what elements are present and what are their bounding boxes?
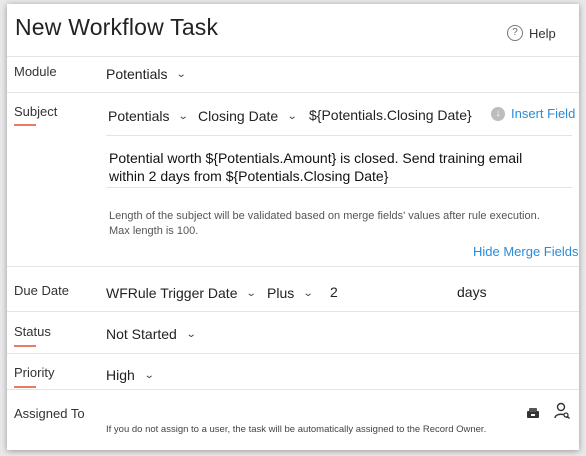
subject-textarea-divider xyxy=(106,187,572,188)
chevron-down-icon: ⌄ xyxy=(178,110,190,122)
dialog-title: New Workflow Task xyxy=(15,14,219,40)
due-date-amount-input[interactable]: 2 xyxy=(330,284,338,300)
help-label: Help xyxy=(529,25,556,41)
priority-select[interactable]: High ⌄ xyxy=(106,367,155,383)
module-select-value: Potentials xyxy=(106,66,168,82)
workflow-task-dialog: New Workflow Task ? Help Module Potentia… xyxy=(7,4,579,450)
status-select[interactable]: Not Started ⌄ xyxy=(106,326,197,342)
merge-token[interactable]: ${Potentials.Closing Date} xyxy=(309,107,472,123)
chevron-down-icon: ⌄ xyxy=(143,369,155,381)
chevron-down-icon: ⌄ xyxy=(185,328,197,340)
subject-text-line: Potential worth ${Potentials.Amount} is … xyxy=(109,150,523,166)
required-indicator xyxy=(14,386,36,388)
chevron-down-icon: ⌄ xyxy=(302,287,314,299)
due-date-unit: days xyxy=(457,284,487,300)
subject-module-value: Potentials xyxy=(108,108,170,124)
assigned-to-label: Assigned To xyxy=(14,406,85,421)
subject-textarea[interactable]: Potential worth ${Potentials.Amount} is … xyxy=(109,149,529,185)
required-indicator xyxy=(14,345,36,347)
module-select[interactable]: Potentials ⌄ xyxy=(106,66,188,82)
insert-field-label: Insert Field xyxy=(511,106,576,121)
hint-line: Max length is 100. xyxy=(109,225,199,237)
row-divider xyxy=(7,311,579,312)
insert-field-button[interactable]: ↓ Insert Field xyxy=(491,106,575,121)
status-select-value: Not Started xyxy=(106,326,177,342)
chevron-down-icon: ⌄ xyxy=(286,110,298,122)
subject-field-value: Closing Date xyxy=(198,108,279,124)
hint-line: Length of the subject will be validated … xyxy=(109,210,540,222)
due-date-base-select[interactable]: WFRule Trigger Date ⌄ xyxy=(106,285,258,301)
status-label: Status xyxy=(14,324,51,339)
due-date-label: Due Date xyxy=(14,283,69,298)
arrow-down-circle-icon: ↓ xyxy=(491,106,505,121)
subject-text-line: within 2 days from ${Potentials.Closing … xyxy=(109,168,389,184)
priority-label: Priority xyxy=(14,365,55,380)
chevron-down-icon: ⌄ xyxy=(176,68,188,80)
subject-label: Subject xyxy=(14,104,58,119)
subject-toolbar-divider xyxy=(106,135,572,136)
row-divider xyxy=(7,92,579,93)
due-date-operator-select[interactable]: Plus ⌄ xyxy=(267,285,314,301)
module-label: Module xyxy=(14,64,57,79)
subject-field-select[interactable]: Closing Date ⌄ xyxy=(198,108,298,124)
due-date-base-value: WFRule Trigger Date xyxy=(106,285,238,301)
help-icon: ? xyxy=(507,25,523,41)
chevron-down-icon: ⌄ xyxy=(246,287,258,299)
required-indicator xyxy=(14,124,36,126)
user-search-icon[interactable] xyxy=(554,402,570,425)
due-date-operator-value: Plus xyxy=(267,285,295,301)
subject-hint: Length of the subject will be validated … xyxy=(109,209,569,239)
row-divider xyxy=(7,389,579,390)
priority-select-value: High xyxy=(106,367,135,383)
assigned-to-note: If you do not assign to a user, the task… xyxy=(106,424,487,435)
row-divider xyxy=(7,353,579,354)
role-assign-icon[interactable] xyxy=(526,406,540,424)
hide-merge-fields-link[interactable]: Hide Merge Fields xyxy=(473,244,579,259)
subject-module-select[interactable]: Potentials ⌄ xyxy=(108,108,190,124)
title-divider xyxy=(7,56,579,57)
help-link[interactable]: ? Help xyxy=(507,25,556,41)
row-divider xyxy=(7,266,579,267)
